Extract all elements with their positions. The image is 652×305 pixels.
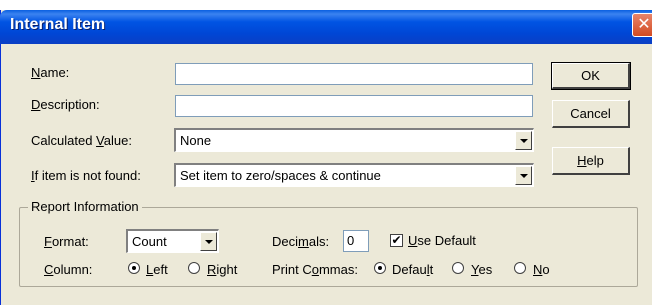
- report-information-label: Report Information: [28, 199, 142, 214]
- name-field[interactable]: [175, 63, 533, 85]
- help-button[interactable]: Help: [552, 147, 630, 175]
- column-left-radio[interactable]: [128, 262, 140, 274]
- description-label: Description:: [31, 97, 100, 112]
- close-icon: ✕: [637, 16, 651, 33]
- not-found-select[interactable]: Set item to zero/spaces & continue: [174, 163, 534, 187]
- column-right-label: Right: [207, 262, 238, 277]
- chevron-down-icon: [204, 239, 213, 244]
- calculated-value-dropdown-button[interactable]: [515, 131, 532, 150]
- title-bar: Internal Item: [0, 10, 652, 44]
- ok-button[interactable]: OK: [551, 62, 631, 90]
- column-left-label: Left: [146, 262, 168, 277]
- name-label: Name:: [31, 65, 70, 80]
- format-select[interactable]: Count: [126, 229, 219, 253]
- decimals-label: Decimals:: [272, 234, 330, 249]
- radio-selected-dot: [378, 266, 382, 270]
- print-commas-label: Print Commas:: [272, 262, 358, 277]
- window-title: Internal Item: [10, 16, 106, 33]
- checkmark-icon: ✔: [391, 233, 402, 247]
- description-field[interactable]: [175, 95, 533, 117]
- cancel-button[interactable]: Cancel: [552, 100, 630, 128]
- chevron-down-icon: [519, 138, 528, 143]
- format-dropdown-button[interactable]: [200, 232, 217, 251]
- commas-no-label: No: [533, 262, 550, 277]
- calculated-value-label: Calculated Value:: [31, 133, 132, 148]
- close-button[interactable]: ✕: [632, 13, 652, 37]
- not-found-label: If item is not found:: [31, 168, 141, 183]
- format-selected: Count: [132, 234, 167, 249]
- format-label: Format:: [44, 234, 89, 249]
- commas-yes-label: Yes: [471, 262, 493, 277]
- use-default-label: Use Default: [408, 233, 476, 248]
- use-default-checkbox[interactable]: ✔: [390, 234, 403, 247]
- not-found-dropdown-button[interactable]: [515, 166, 532, 185]
- chevron-down-icon: [519, 173, 528, 178]
- commas-yes-radio[interactable]: [452, 262, 464, 274]
- commas-default-label: Default: [392, 262, 434, 277]
- radio-selected-dot: [132, 266, 136, 270]
- column-right-radio[interactable]: [188, 262, 200, 274]
- decimals-field[interactable]: 0: [343, 230, 369, 252]
- not-found-selected: Set item to zero/spaces & continue: [180, 168, 381, 183]
- commas-no-radio[interactable]: [514, 262, 526, 274]
- calculated-value-selected: None: [180, 133, 212, 148]
- column-label: Column:: [44, 262, 93, 277]
- calculated-value-select[interactable]: None: [174, 128, 534, 152]
- commas-default-radio[interactable]: [374, 262, 386, 274]
